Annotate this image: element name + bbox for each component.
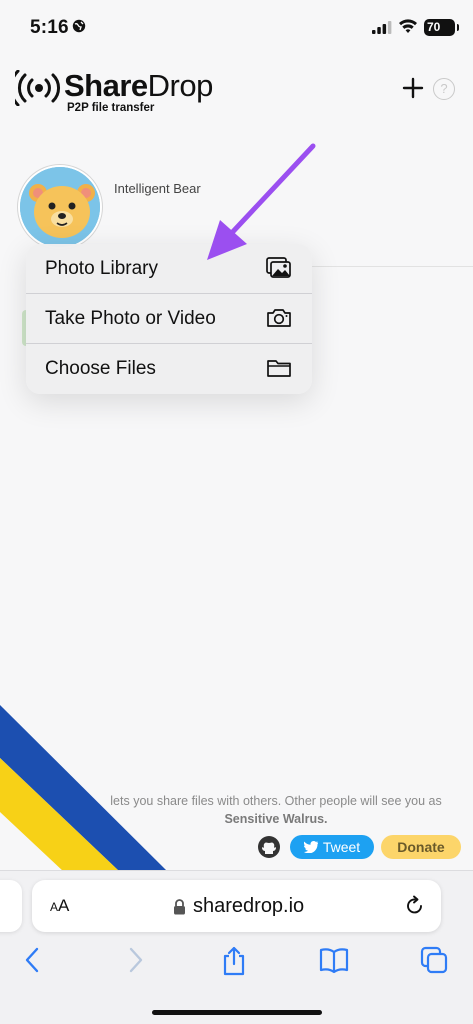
- menu-item-label: Photo Library: [45, 257, 159, 279]
- sharedrop-logo-icon: [15, 70, 60, 106]
- tweet-label: Tweet: [322, 839, 361, 855]
- ukraine-ribbon: [0, 705, 168, 872]
- add-room-button[interactable]: [401, 76, 425, 100]
- brand-tagline: P2P file transfer: [67, 102, 155, 114]
- lock-icon: [174, 899, 185, 915]
- reload-icon[interactable]: [404, 895, 426, 917]
- menu-item-label: Choose Files: [45, 358, 156, 379]
- status-bar: 5:16 70: [0, 0, 473, 56]
- user-display-name: Intelligent Bear: [114, 181, 201, 196]
- reader-settings-button[interactable]: AA: [50, 896, 69, 916]
- github-icon[interactable]: [257, 835, 281, 859]
- cellular-signal-icon: [372, 21, 392, 34]
- wifi-icon: [399, 19, 417, 33]
- url-text[interactable]: sharedrop.io: [193, 895, 304, 918]
- share-icon[interactable]: [220, 946, 248, 976]
- footer-peer-name: Sensitive Walrus.: [224, 812, 328, 826]
- status-time: 5:16: [30, 17, 69, 38]
- tabs-icon[interactable]: [420, 946, 448, 974]
- footer-info: lets you share files with others. Other …: [96, 792, 456, 828]
- tweet-button[interactable]: Tweet: [290, 835, 374, 859]
- folder-icon: [267, 360, 291, 377]
- user-avatar: [18, 165, 102, 249]
- footer-text: lets you share files with others. Other …: [110, 794, 442, 808]
- twitter-bird-icon: [303, 841, 318, 853]
- help-button[interactable]: ?: [433, 78, 455, 100]
- menu-item-label: Take Photo or Video: [45, 307, 216, 329]
- previous-tab-edge[interactable]: [0, 880, 22, 932]
- location-globe-icon: [72, 19, 86, 33]
- camera-icon: [267, 309, 291, 327]
- bear-avatar-icon: [20, 167, 100, 247]
- divider: [312, 266, 473, 267]
- bookmarks-icon[interactable]: [318, 946, 350, 974]
- brand-logo-text: ShareDrop: [64, 68, 213, 103]
- menu-item-choose-files[interactable]: Choose Files: [26, 344, 312, 394]
- annotation-arrow-icon: [207, 143, 316, 260]
- menu-item-take-photo[interactable]: Take Photo or Video: [26, 294, 312, 344]
- forward-icon[interactable]: [124, 946, 146, 974]
- back-icon[interactable]: [22, 946, 44, 974]
- home-indicator: [152, 1010, 322, 1015]
- donate-button[interactable]: Donate: [381, 835, 461, 859]
- battery-indicator: 70: [424, 19, 459, 36]
